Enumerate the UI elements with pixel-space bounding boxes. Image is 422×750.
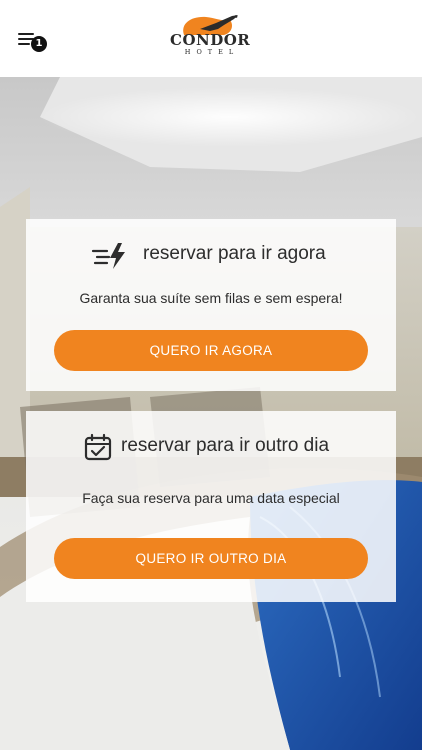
notification-badge: 1	[31, 36, 47, 52]
reserve-other-day-card: reservar para ir outro dia Faça sua rese…	[26, 411, 396, 602]
calendar-check-icon	[84, 433, 112, 465]
reserve-now-button[interactable]: QUERO IR AGORA	[54, 330, 368, 371]
reserve-now-card: reservar para ir agora Garanta sua suíte…	[26, 219, 396, 391]
card-title: reservar para ir agora	[143, 243, 326, 264]
card-subtitle: Garanta sua suíte sem filas e sem espera…	[79, 290, 343, 306]
app-header: 1 CONDOR HOTEL	[0, 0, 422, 77]
card-subtitle: Faça sua reserva para uma data especial	[82, 490, 340, 506]
lightning-icon	[91, 242, 129, 274]
reserve-other-day-button[interactable]: QUERO IR OUTRO DIA	[54, 538, 368, 579]
hamburger-menu-icon	[18, 33, 34, 35]
logo-subtitle: HOTEL	[184, 48, 240, 56]
menu-button[interactable]: 1	[17, 30, 51, 54]
condor-hotel-logo: CONDOR HOTEL	[170, 13, 250, 63]
logo-name: CONDOR	[170, 31, 251, 49]
card-title: reservar para ir outro dia	[121, 435, 330, 456]
